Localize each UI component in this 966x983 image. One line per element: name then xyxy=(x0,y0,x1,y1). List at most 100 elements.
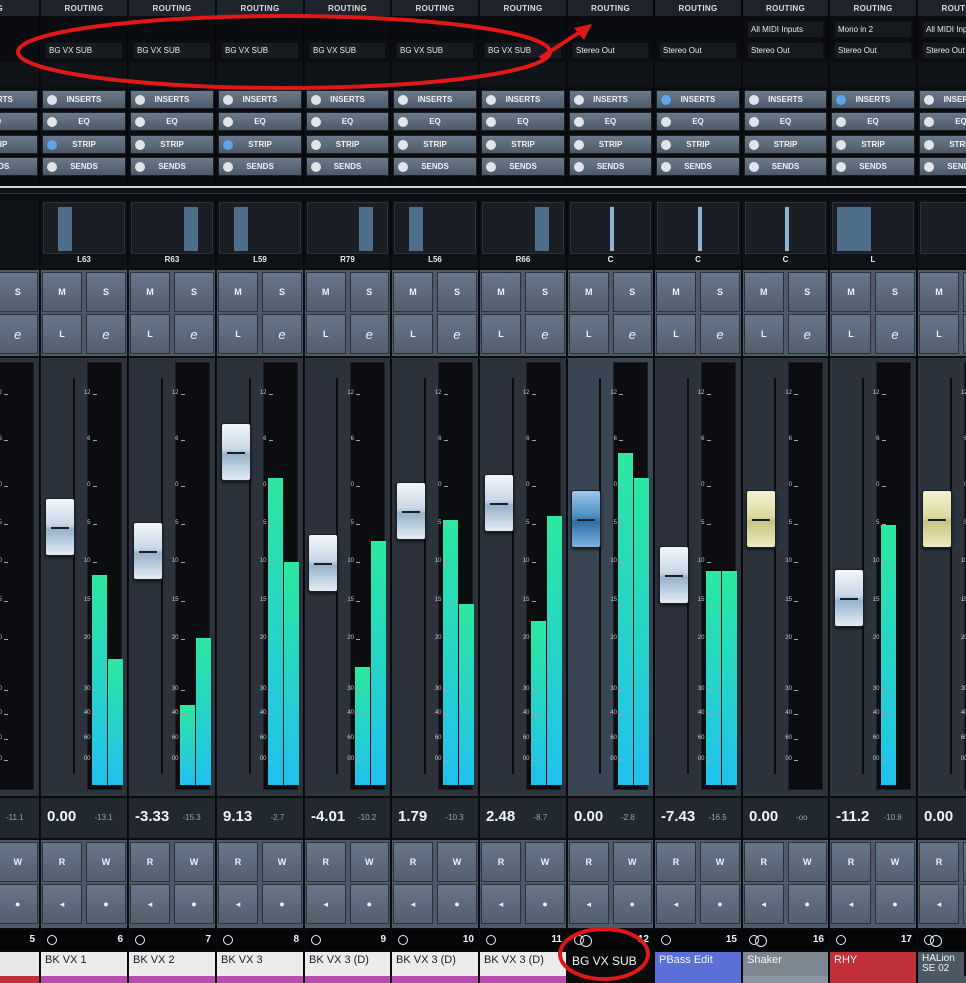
volume-fader[interactable] xyxy=(483,474,514,532)
pan-control[interactable] xyxy=(131,202,213,254)
section-eq-button[interactable]: EQ xyxy=(831,112,915,131)
mute-button[interactable]: M xyxy=(306,272,346,312)
channel-name[interactable]: BK VX 3 xyxy=(217,952,303,978)
monitor-button[interactable]: ◂ xyxy=(919,884,959,924)
channel-strip[interactable]: ROUTING Mono in 2 Stereo Out INSERTS EQ STRIP… xyxy=(830,0,917,983)
section-eq-button[interactable]: EQ xyxy=(569,112,652,131)
section-strip-button[interactable]: STRIP xyxy=(0,135,38,154)
routing-output-select[interactable]: BG VX SUB xyxy=(484,42,562,59)
read-automation-button[interactable]: R xyxy=(744,842,784,882)
pan-control[interactable] xyxy=(43,202,125,254)
section-sends-button[interactable]: SENDS xyxy=(919,157,966,176)
write-automation-button[interactable]: W xyxy=(700,842,740,882)
volume-fader[interactable] xyxy=(395,482,426,540)
routing-header[interactable]: ROUTING xyxy=(305,0,390,17)
section-eq-button[interactable]: EQ xyxy=(306,112,389,131)
write-automation-button[interactable]: W xyxy=(349,842,389,882)
section-eq-button[interactable]: EQ xyxy=(130,112,214,131)
monitor-button[interactable]: ◂ xyxy=(569,884,609,924)
monitor-button[interactable]: ◂ xyxy=(656,884,696,924)
section-sends-button[interactable]: SENDS xyxy=(744,157,827,176)
section-inserts-button[interactable]: INSERTS xyxy=(919,90,966,109)
section-eq-button[interactable]: EQ xyxy=(218,112,302,131)
section-sends-button[interactable]: SENDS xyxy=(569,157,652,176)
pan-control[interactable] xyxy=(482,202,564,254)
channel-name[interactable]: RHY xyxy=(830,952,916,978)
monitor-button[interactable]: ◂ xyxy=(831,884,871,924)
write-automation-button[interactable]: W xyxy=(0,842,38,882)
listen-button[interactable]: L xyxy=(831,314,871,354)
record-enable-button[interactable]: ● xyxy=(612,884,652,924)
section-eq-button[interactable]: EQ xyxy=(0,112,38,131)
edit-channel-button[interactable]: e xyxy=(875,314,915,354)
section-inserts-button[interactable]: INSERTS xyxy=(306,90,389,109)
solo-button[interactable]: S xyxy=(875,272,915,312)
mute-button[interactable]: M xyxy=(393,272,433,312)
volume-fader[interactable] xyxy=(44,498,75,556)
section-inserts-button[interactable]: INSERTS xyxy=(393,90,477,109)
mute-button[interactable]: M xyxy=(130,272,170,312)
section-sends-button[interactable]: SENDS xyxy=(306,157,389,176)
routing-header[interactable]: ROUTING xyxy=(743,0,828,17)
monitor-button[interactable]: ◂ xyxy=(744,884,784,924)
routing-input-select[interactable]: All MIDI Inp xyxy=(922,21,966,38)
solo-button[interactable]: S xyxy=(525,272,565,312)
routing-header[interactable]: ROUTING xyxy=(655,0,741,17)
listen-button[interactable]: L xyxy=(569,314,609,354)
section-strip-button[interactable]: STRIP xyxy=(130,135,214,154)
solo-button[interactable]: S xyxy=(700,272,740,312)
section-sends-button[interactable]: SENDS xyxy=(656,157,740,176)
volume-value[interactable]: -3.33 xyxy=(135,808,169,825)
routing-header[interactable]: ROUTING xyxy=(41,0,127,17)
channel-name[interactable]: BK VX 3 (D) xyxy=(480,952,566,978)
read-automation-button[interactable]: R xyxy=(393,842,433,882)
section-inserts-button[interactable]: INSERTS xyxy=(0,90,38,109)
read-automation-button[interactable]: R xyxy=(481,842,521,882)
volume-fader[interactable] xyxy=(132,522,163,580)
section-strip-button[interactable]: STRIP xyxy=(306,135,389,154)
routing-output-select[interactable]: BG VX SUB xyxy=(133,42,211,59)
section-strip-button[interactable]: STRIP xyxy=(393,135,477,154)
section-eq-button[interactable]: EQ xyxy=(656,112,740,131)
pan-control[interactable] xyxy=(745,202,826,254)
listen-button[interactable]: L xyxy=(919,314,959,354)
section-sends-button[interactable]: SENDS xyxy=(393,157,477,176)
monitor-button[interactable]: ◂ xyxy=(218,884,258,924)
section-eq-button[interactable]: EQ xyxy=(919,112,966,131)
mute-button[interactable]: M xyxy=(481,272,521,312)
volume-value[interactable]: 0.00 xyxy=(574,808,603,825)
section-eq-button[interactable]: EQ xyxy=(42,112,126,131)
channel-strip[interactable]: ROUTING BG VX SUB INSERTS EQ STRIP SENDS L63 M S… xyxy=(41,0,128,983)
mute-button[interactable]: M xyxy=(744,272,784,312)
section-strip-button[interactable]: STRIP xyxy=(42,135,126,154)
read-automation-button[interactable]: R xyxy=(656,842,696,882)
pan-control[interactable] xyxy=(394,202,476,254)
routing-output-select[interactable]: Stereo Out xyxy=(922,42,966,59)
write-automation-button[interactable]: W xyxy=(612,842,652,882)
volume-value[interactable]: 0.00 xyxy=(47,808,76,825)
channel-strip[interactable]: ROUTING Stereo Out INSERTS EQ STRIP SENDS C M S L… xyxy=(655,0,742,983)
edit-channel-button[interactable]: e xyxy=(437,314,477,354)
monitor-button[interactable]: ◂ xyxy=(306,884,346,924)
section-strip-button[interactable]: STRIP xyxy=(919,135,966,154)
routing-header[interactable]: ROUTING xyxy=(129,0,215,17)
edit-channel-button[interactable]: e xyxy=(0,314,38,354)
pan-control[interactable] xyxy=(657,202,739,254)
section-sends-button[interactable]: SENDS xyxy=(831,157,915,176)
read-automation-button[interactable]: R xyxy=(831,842,871,882)
section-inserts-button[interactable]: INSERTS xyxy=(656,90,740,109)
monitor-button[interactable]: ◂ xyxy=(130,884,170,924)
edit-channel-button[interactable]: e xyxy=(86,314,126,354)
read-automation-button[interactable]: R xyxy=(306,842,346,882)
mute-button[interactable]: M xyxy=(656,272,696,312)
routing-output-select[interactable]: BG VX SUB xyxy=(309,42,386,59)
listen-button[interactable]: L xyxy=(130,314,170,354)
listen-button[interactable]: L xyxy=(656,314,696,354)
section-inserts-button[interactable]: INSERTS xyxy=(481,90,565,109)
channel-strip[interactable]: ROUTING Stereo Out INSERTS EQ STRIP SENDS C M S L… xyxy=(568,0,654,983)
section-inserts-button[interactable]: INSERTS xyxy=(569,90,652,109)
section-strip-button[interactable]: STRIP xyxy=(831,135,915,154)
write-automation-button[interactable]: W xyxy=(86,842,126,882)
write-automation-button[interactable]: W xyxy=(787,842,827,882)
section-sends-button[interactable]: SENDS xyxy=(42,157,126,176)
